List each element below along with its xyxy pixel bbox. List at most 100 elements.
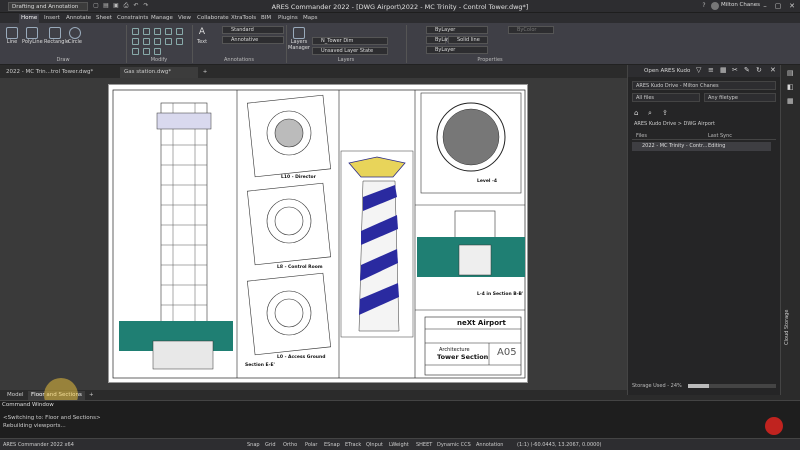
circle-button[interactable]: Circle — [67, 27, 83, 45]
filetype-select[interactable]: Any filetype — [704, 93, 776, 102]
filter-icon[interactable]: ▽ — [696, 66, 701, 74]
text-style-select[interactable]: Standard — [222, 26, 284, 34]
window-title: ARES Commander 2022 - [DWG Airport\2022 … — [271, 3, 529, 11]
new-tab-icon[interactable]: + — [200, 67, 210, 78]
app-version: ARES Commander 2022 x64 — [3, 442, 74, 448]
document-tabs: 2022 - MC Trin...trol Tower.dwg* Gas sta… — [0, 65, 627, 78]
label-l10: L10 - Director — [281, 175, 316, 180]
maximize-icon[interactable]: ▢ — [771, 1, 785, 11]
ares-logo — [765, 417, 783, 435]
modify-group-label: Modify — [150, 57, 168, 63]
storage-bar — [688, 384, 776, 388]
command-window-title: Command Window — [2, 402, 54, 408]
draw-group-label: Draw — [56, 57, 70, 63]
rotate-icon[interactable] — [143, 28, 150, 35]
doc-tab-gas-station[interactable]: Gas station.dwg* — [120, 67, 198, 78]
blocks-icon[interactable]: ▦ — [787, 97, 794, 105]
lineweight-select[interactable]: ByLayer — [426, 46, 488, 54]
drawing-svg — [112, 89, 526, 379]
toggle-ortho[interactable]: Ortho — [283, 441, 297, 449]
extend-icon[interactable] — [165, 28, 172, 35]
dim-style-select[interactable]: Annotative — [222, 36, 284, 44]
home-icon[interactable]: ⌂ — [634, 109, 638, 117]
drive-select[interactable]: ARES Kudo Drive - Milton Chanes — [632, 81, 776, 90]
add-layout-icon[interactable]: + — [86, 391, 97, 400]
tab-constraints[interactable]: Constraints — [115, 14, 150, 23]
help-icon[interactable]: ? — [700, 2, 708, 10]
search-icon[interactable]: ⌕ — [648, 109, 652, 118]
cut-icon[interactable]: ✂ — [732, 66, 738, 74]
line-button[interactable]: Line — [4, 27, 20, 45]
command-window[interactable]: Command Window <Switching to: Floor and … — [0, 400, 800, 438]
title-block-project: neXt Airport — [457, 319, 506, 327]
toggle-polar[interactable]: Polar — [305, 441, 317, 449]
file-row[interactable]: 2022 - MC Trinity - Contr... Editing — [632, 142, 771, 151]
toggle-snap[interactable]: Snap — [247, 441, 260, 449]
tab-insert[interactable]: Insert — [42, 14, 62, 23]
edit-icon[interactable]: ✎ — [744, 66, 750, 74]
tab-home[interactable]: Home — [19, 14, 40, 23]
tab-collaborate[interactable]: Collaborate — [195, 14, 231, 23]
toggle-esnap[interactable]: ESnap — [324, 441, 340, 449]
fillet-icon[interactable] — [176, 28, 183, 35]
toggle-etrack[interactable]: ETrack — [345, 441, 361, 449]
tab-sheet[interactable]: Sheet — [94, 14, 114, 23]
palette-icon[interactable]: ◧ — [787, 83, 794, 91]
toggle-lweight[interactable]: LWeight — [389, 441, 409, 449]
mirror-icon[interactable] — [143, 38, 150, 45]
ribbon: Line PolyLine Rectangle Circle Draw Modi… — [0, 23, 800, 65]
label-l4: L-4 in Section B-B' — [477, 292, 524, 297]
side-strip: ▤ ◧ ▦ Cloud Storage — [780, 65, 800, 395]
scale-icon[interactable] — [154, 38, 161, 45]
polyline-icon — [26, 27, 38, 39]
file-name: 2022 - MC Trinity - Contr... — [642, 143, 708, 149]
label-l0: L0 - Access Ground — [277, 355, 326, 360]
label-l8: L8 - Control Room — [277, 265, 323, 270]
tab-plugins[interactable]: Plugins — [276, 14, 300, 23]
layer-select[interactable]: N_Tower Dim — [312, 37, 388, 45]
tab-manage[interactable]: Manage — [149, 14, 175, 23]
array-icon[interactable] — [176, 38, 183, 45]
tab-annotate[interactable]: Annotate — [64, 14, 93, 23]
sheet-paper[interactable]: L10 - Director L8 - Control Room L0 - Ac… — [108, 84, 528, 383]
linetype-layer-select[interactable]: ByLayer — [426, 36, 455, 44]
tab-maps[interactable]: Maps — [301, 14, 319, 23]
erase-icon[interactable] — [132, 48, 139, 55]
toggle-grid[interactable]: Grid — [265, 441, 276, 449]
polyline-button[interactable]: PolyLine — [22, 27, 43, 45]
layers-manager-button[interactable]: Layers Manager — [288, 27, 310, 51]
offset-icon[interactable] — [154, 48, 161, 55]
toggle-qinput[interactable]: QInput — [366, 441, 383, 449]
tab-model[interactable]: Model — [4, 391, 27, 400]
panel-close-icon[interactable]: ✕ — [770, 66, 776, 74]
plot-style-select[interactable]: ByColor — [508, 26, 554, 34]
avatar[interactable] — [711, 2, 719, 10]
close-icon[interactable]: ✕ — [785, 1, 799, 11]
files-filter-select[interactable]: All files — [632, 93, 700, 102]
stretch-icon[interactable] — [165, 38, 172, 45]
command-line-2: Rebuilding viewports... — [3, 423, 66, 429]
linetype-select[interactable]: Solid line — [448, 36, 488, 44]
doc-tab-control-tower[interactable]: 2022 - MC Trin...trol Tower.dwg* — [2, 67, 96, 78]
cloud-storage-tab[interactable]: Cloud Storage — [784, 310, 790, 345]
annotation-scale[interactable]: Annotation — [476, 441, 503, 449]
tab-view[interactable]: View — [176, 14, 193, 23]
trim-icon[interactable] — [154, 28, 161, 35]
upload-icon[interactable]: ⇪ — [662, 109, 668, 117]
tab-xtratools[interactable]: XtraTools — [229, 14, 258, 23]
explode-icon[interactable] — [143, 48, 150, 55]
color-select[interactable]: ByLayer — [426, 26, 488, 34]
move-icon[interactable] — [132, 28, 139, 35]
rectangle-button[interactable]: Rectangle — [44, 27, 69, 45]
table-icon[interactable]: ▦ — [720, 66, 727, 74]
text-button[interactable]: A Text — [194, 27, 210, 45]
copy-icon[interactable] — [132, 38, 139, 45]
refresh-icon[interactable]: ↻ — [756, 66, 762, 74]
layers-panel-icon[interactable]: ≡ — [708, 66, 714, 74]
layer-state-select[interactable]: Unsaved Layer State — [312, 47, 388, 55]
properties-icon[interactable]: ▤ — [787, 69, 794, 77]
minimize-icon[interactable]: – — [758, 1, 772, 11]
toggle-sheet[interactable]: SHEET — [416, 441, 432, 449]
tab-bim[interactable]: BIM — [259, 14, 273, 23]
toggle-dynamic-ccs[interactable]: Dynamic CCS — [437, 441, 471, 449]
